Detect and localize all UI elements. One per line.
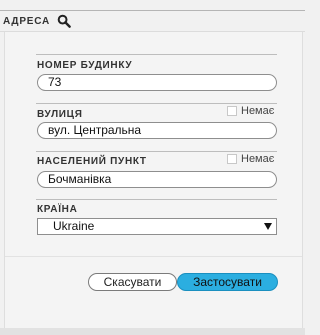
divider xyxy=(36,103,277,104)
top-border xyxy=(0,10,305,11)
search-icon[interactable] xyxy=(57,14,71,28)
footer-bar xyxy=(0,328,305,335)
divider xyxy=(5,256,302,257)
street-none-checkbox[interactable]: Немає xyxy=(227,105,274,117)
settlement-label: НАСЕЛЕНИЙ ПУНКТ xyxy=(37,156,147,167)
settlement-none-label: Немає xyxy=(241,153,275,165)
divider xyxy=(36,151,277,152)
divider xyxy=(36,199,277,200)
section-title: АДРЕСА xyxy=(3,15,51,27)
country-selected-value: Ukraine xyxy=(53,219,95,233)
checkbox-box[interactable] xyxy=(227,106,237,116)
checkbox-box[interactable] xyxy=(227,154,237,164)
apply-button[interactable]: Застосувати xyxy=(177,273,278,291)
street-field[interactable]: вул. Центральна xyxy=(37,122,277,139)
house-number-label: НОМЕР БУДИНКУ xyxy=(37,60,133,71)
house-number-field[interactable]: 73 xyxy=(37,74,277,91)
street-label: ВУЛИЦЯ xyxy=(37,109,83,120)
cancel-button[interactable]: Скасувати xyxy=(88,273,177,291)
address-form: НОМЕР БУДИНКУ 73 ВУЛИЦЯ Немає вул. Центр… xyxy=(4,32,303,328)
settlement-field[interactable]: Бочманівка xyxy=(37,171,277,188)
settlement-none-checkbox[interactable]: Немає xyxy=(227,153,274,165)
divider xyxy=(36,54,277,55)
country-label: КРАЇНА xyxy=(37,204,78,215)
section-header: АДРЕСА xyxy=(3,14,71,28)
street-none-label: Немає xyxy=(241,105,275,117)
dropdown-arrow-icon xyxy=(264,223,272,230)
country-select[interactable]: Ukraine xyxy=(37,218,277,235)
